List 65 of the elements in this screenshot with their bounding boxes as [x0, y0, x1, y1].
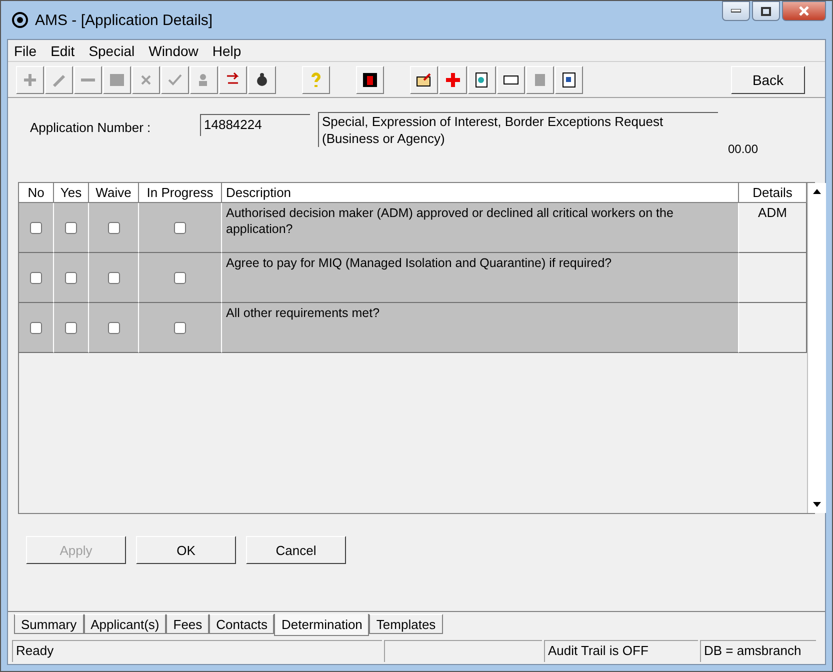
column-header: In Progress	[139, 183, 222, 203]
checkbox[interactable]	[65, 272, 77, 284]
status-pane: Ready	[12, 640, 382, 662]
toolbar-button[interactable]	[497, 66, 525, 94]
folder-icon	[415, 70, 433, 88]
document-icon	[560, 70, 578, 88]
menu-item[interactable]: Window	[148, 42, 198, 58]
table-cell: Authorised decision maker (ADM) approved or declined all critical workers on the application?	[222, 203, 739, 253]
minimize-button[interactable]	[722, 1, 750, 21]
toolbar-button[interactable]	[248, 66, 276, 94]
plus-icon	[444, 70, 462, 88]
tab[interactable]: Templates	[369, 614, 443, 634]
column-header: Waive	[89, 183, 139, 203]
table-cell: Agree to pay for MIQ (Managed Isolation and Quarantine) if required?	[222, 253, 739, 303]
checkbox[interactable]	[108, 322, 120, 334]
checkbox[interactable]	[108, 272, 120, 284]
toolbar-button[interactable]	[555, 66, 583, 94]
column-header: Description	[222, 183, 739, 203]
toolbar-button[interactable]	[219, 66, 247, 94]
toolbar-button[interactable]	[356, 66, 384, 94]
field-label: Application Number :	[30, 120, 152, 135]
checkbox[interactable]	[174, 322, 186, 334]
tab[interactable]: Summary	[14, 614, 84, 634]
checkbox[interactable]	[65, 322, 77, 334]
minus-icon	[81, 78, 95, 82]
app-logo-icon	[11, 11, 29, 29]
amount-text: 00.00	[728, 142, 758, 156]
application-number-field[interactable]: 14884224	[200, 114, 310, 136]
table-cell	[739, 253, 807, 303]
table-cell: ADM	[739, 203, 807, 253]
menu-item[interactable]: Help	[212, 42, 242, 58]
checkbox[interactable]	[174, 222, 186, 234]
window-title: AMS - [Application Details]	[35, 12, 213, 28]
tab[interactable]: Applicant(s)	[84, 614, 166, 634]
minimize-icon	[731, 9, 741, 13]
close-button[interactable]	[782, 1, 826, 21]
checkbox[interactable]	[30, 322, 42, 334]
toolbar-button[interactable]	[410, 66, 438, 94]
column-header: No	[19, 183, 54, 203]
checkbox[interactable]	[30, 272, 42, 284]
application-type-field[interactable]: Special, Expression of Interest, Border Exceptions Request (Business or Agency)	[318, 112, 718, 147]
tab[interactable]: Contacts	[209, 614, 274, 634]
dialog-button[interactable]: OK	[136, 536, 236, 564]
checkbox[interactable]	[174, 272, 186, 284]
scrollbar[interactable]	[807, 183, 826, 513]
maximize-button[interactable]	[752, 1, 780, 21]
status-pane: DB = amsbranch	[700, 640, 816, 662]
maximize-icon	[761, 6, 771, 16]
tab[interactable]: Fees	[166, 614, 210, 634]
checkbox[interactable]	[30, 222, 42, 234]
dialog-button[interactable]: Cancel	[246, 536, 346, 564]
toolbar-button[interactable]	[468, 66, 496, 94]
close-icon	[798, 6, 810, 16]
column-header: Details	[739, 183, 807, 203]
menu-item[interactable]: Special	[88, 42, 135, 58]
checkbox[interactable]	[108, 222, 120, 234]
back-button[interactable]: Back	[731, 66, 805, 94]
checkbox[interactable]	[65, 222, 77, 234]
table-cell: All other requirements met?	[222, 303, 739, 353]
menu-item[interactable]: Edit	[50, 42, 75, 58]
menu-item[interactable]: File	[14, 42, 37, 58]
column-header: Yes	[54, 183, 89, 203]
table-cell	[739, 303, 807, 353]
status-pane: Audit Trail is OFF	[544, 640, 698, 662]
tab[interactable]: Determination	[274, 614, 370, 636]
